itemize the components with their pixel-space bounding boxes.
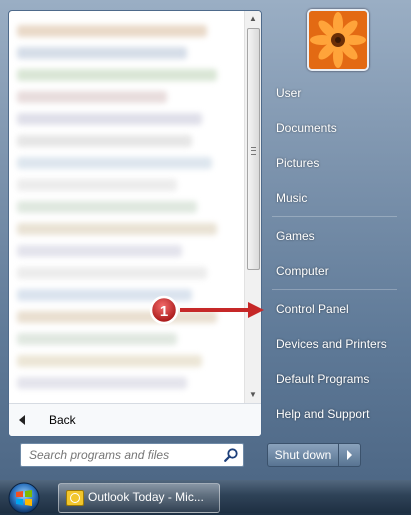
list-item[interactable] (17, 333, 177, 345)
search-area (8, 436, 260, 476)
programs-panel: ▲ ▼ Back (8, 10, 262, 437)
taskbar-button-outlook[interactable]: Outlook Today - Mic... (58, 483, 220, 513)
menu-separator (272, 216, 397, 217)
outlook-icon (66, 490, 84, 506)
scroll-down-icon[interactable]: ▼ (245, 387, 261, 403)
right-item-devices-and-printers[interactable]: Devices and Printers (270, 331, 406, 357)
list-item[interactable] (17, 355, 202, 367)
flower-picture-icon (309, 11, 367, 69)
back-arrow-icon (19, 415, 25, 425)
right-item-control-panel[interactable]: Control Panel (270, 296, 406, 322)
list-item[interactable] (17, 289, 192, 301)
right-item-help-and-support[interactable]: Help and Support (270, 401, 406, 427)
chevron-right-icon (347, 450, 352, 460)
start-orb-icon[interactable] (5, 481, 43, 515)
back-button[interactable]: Back (9, 403, 261, 436)
menu-separator (272, 289, 397, 290)
list-item[interactable] (17, 201, 197, 213)
list-item[interactable] (17, 311, 217, 323)
program-list[interactable] (9, 11, 243, 401)
list-item[interactable] (17, 25, 207, 37)
shutdown-options-button[interactable] (338, 443, 361, 467)
list-item[interactable] (17, 377, 187, 389)
user-avatar[interactable] (307, 9, 369, 71)
list-item[interactable] (17, 223, 217, 235)
list-item[interactable] (17, 267, 207, 279)
list-item[interactable] (17, 91, 167, 103)
grip-icon (251, 147, 256, 155)
right-item-documents[interactable]: Documents (270, 115, 406, 141)
list-item[interactable] (17, 69, 217, 81)
start-menu: ▲ ▼ Back Search programs and files User … (0, 0, 411, 480)
program-list-scrollbar[interactable]: ▲ ▼ (244, 11, 261, 403)
list-item[interactable] (17, 157, 212, 169)
taskbar: Outlook Today - Mic... (0, 480, 411, 515)
right-item-computer[interactable]: Computer (270, 258, 406, 284)
search-box[interactable] (20, 443, 244, 467)
list-item[interactable] (17, 113, 202, 125)
shutdown-button[interactable]: Shut down (267, 443, 339, 467)
search-icon[interactable] (223, 447, 239, 463)
scroll-thumb[interactable] (247, 28, 260, 270)
right-item-music[interactable]: Music (270, 185, 406, 211)
scroll-up-icon[interactable]: ▲ (245, 11, 261, 27)
list-item[interactable] (17, 47, 187, 59)
search-input[interactable] (29, 447, 217, 463)
back-label: Back (49, 413, 76, 427)
right-item-games[interactable]: Games (270, 223, 406, 249)
list-item[interactable] (17, 179, 177, 191)
taskbar-button-label: Outlook Today - Mic... (88, 490, 204, 504)
right-item-pictures[interactable]: Pictures (270, 150, 406, 176)
right-item-user[interactable]: User (270, 80, 406, 106)
list-item[interactable] (17, 135, 192, 147)
list-item[interactable] (17, 245, 182, 257)
right-item-default-programs[interactable]: Default Programs (270, 366, 406, 392)
